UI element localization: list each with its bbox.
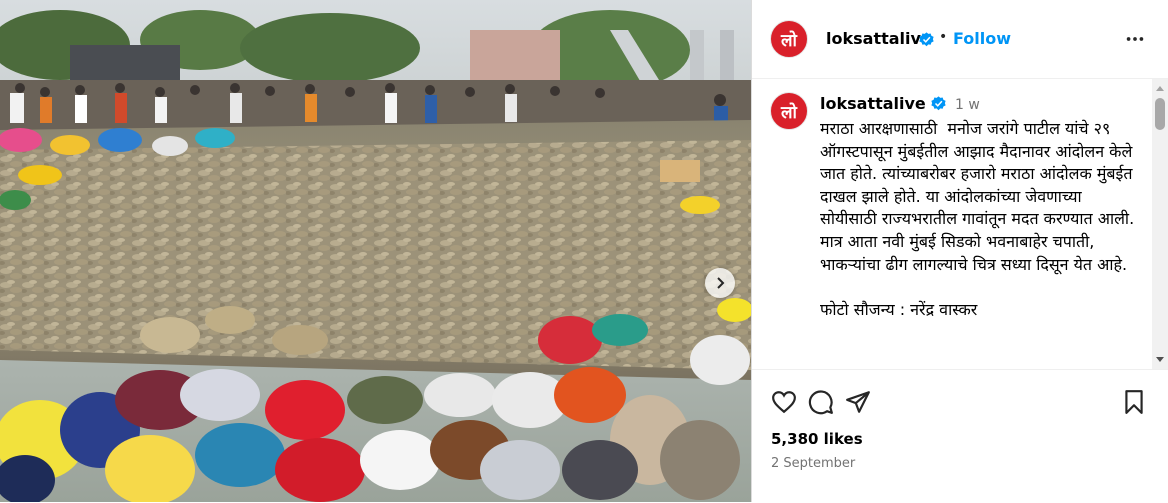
post-side-panel: लो loksattalive • Follow लो loksattalive… — [752, 0, 1168, 502]
verified-badge-icon — [919, 32, 934, 47]
heart-icon[interactable] — [771, 389, 797, 415]
instagram-post: लो loksattalive • Follow लो loksattalive… — [0, 0, 1168, 502]
scroll-down-arrow-icon[interactable] — [1156, 357, 1164, 362]
post-photo[interactable] — [0, 0, 751, 502]
bookmark-icon[interactable] — [1121, 389, 1147, 415]
separator-dot: • — [939, 29, 948, 45]
scroll-thumb[interactable] — [1155, 98, 1165, 130]
account-username[interactable]: loksattalive — [826, 29, 932, 48]
account-avatar[interactable]: लो — [770, 20, 808, 58]
chevron-right-icon — [717, 277, 725, 289]
caption-timestamp[interactable]: 1 w — [955, 97, 980, 113]
post-actions-section: 5,380 likes 2 September — [752, 369, 1168, 503]
caption-header: loksattalive 1 w — [820, 94, 980, 113]
caption-scrollbar[interactable] — [1152, 79, 1168, 369]
more-options-icon[interactable] — [1124, 28, 1146, 50]
post-date[interactable]: 2 September — [771, 456, 855, 471]
post-header: लो loksattalive • Follow — [752, 0, 1168, 79]
caption-avatar[interactable]: लो — [770, 92, 808, 130]
caption-text: मराठा आरक्षणासाठी मनोज जरांगे पाटील यांच… — [820, 119, 1135, 319]
avatar-text: लो — [781, 30, 797, 51]
follow-button[interactable]: Follow — [953, 29, 1011, 48]
paper-plane-icon[interactable] — [845, 389, 871, 415]
scroll-up-arrow-icon[interactable] — [1156, 86, 1164, 91]
caption-avatar-text: लो — [781, 102, 797, 123]
caption-area: लो loksattalive 1 w मराठा आरक्षणासाठी मन… — [752, 79, 1168, 369]
likes-count[interactable]: 5,380 likes — [771, 430, 863, 448]
next-photo-button[interactable] — [705, 268, 735, 298]
photo-scene — [0, 0, 751, 502]
comment-icon[interactable] — [808, 389, 834, 415]
caption-verified-badge-icon — [931, 96, 946, 111]
caption-username[interactable]: loksattalive — [820, 94, 926, 113]
